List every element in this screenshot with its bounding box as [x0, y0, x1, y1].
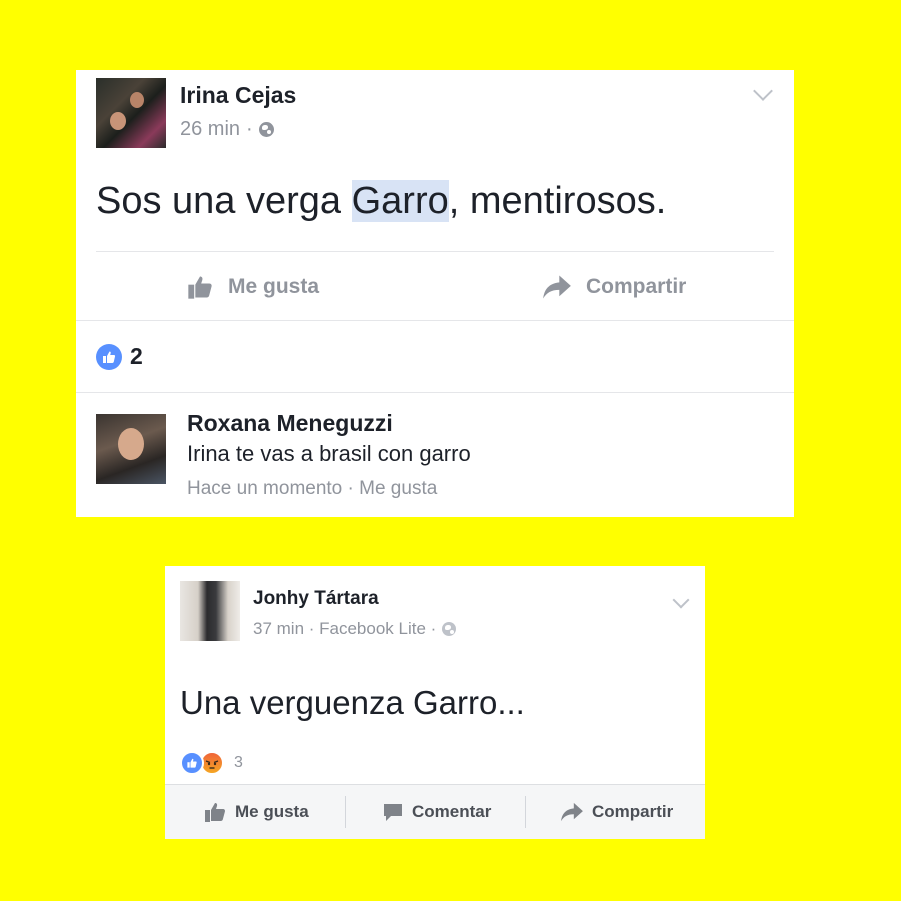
like-button[interactable]: Me gusta: [186, 270, 319, 304]
share-label: Compartir: [592, 802, 674, 821]
post-card-jonhy: Jonhy Tártara 37 min · Facebook Lite · U…: [165, 566, 705, 839]
post-meta-text[interactable]: 37 min · Facebook Lite ·: [253, 619, 436, 639]
comment-avatar[interactable]: [96, 414, 166, 484]
share-label: Compartir: [586, 275, 687, 298]
avatar[interactable]: [180, 581, 240, 641]
action-bar: Me gusta Comentar Compartir: [165, 784, 705, 839]
like-button[interactable]: Me gusta: [203, 785, 309, 839]
like-label: Me gusta: [228, 275, 320, 298]
globe-icon: [442, 622, 457, 636]
like-reaction-icon: [96, 343, 122, 370]
share-arrow-icon: [543, 275, 571, 299]
thumbs-up-icon: [188, 276, 212, 299]
share-button[interactable]: Compartir: [560, 785, 673, 839]
like-label: Me gusta: [235, 802, 309, 821]
comment-text: Irina te vas a brasil con garro: [187, 441, 471, 466]
reaction-count: 3: [234, 754, 243, 771]
post-time[interactable]: 26 min: [180, 118, 240, 141]
post-text: Sos una verga Garro, mentirosos.: [96, 180, 666, 223]
reaction-summary[interactable]: 2: [96, 343, 143, 370]
post-card-irina: Irina Cejas 26 min · Sos una verga Garro…: [76, 70, 794, 517]
post-author[interactable]: Irina Cejas: [180, 82, 296, 109]
divider: [76, 320, 794, 321]
post-meta: 26 min ·: [180, 118, 274, 141]
comment-author[interactable]: Roxana Meneguzzi: [187, 410, 393, 437]
divider: [76, 392, 794, 393]
comment-meta[interactable]: Hace un momento · Me gusta: [187, 478, 437, 500]
post-text-part: , mentirosos.: [448, 180, 667, 222]
reaction-summary[interactable]: 3: [180, 751, 243, 775]
reaction-count: 2: [130, 343, 143, 369]
comment-bubble-icon: [384, 804, 402, 821]
share-button[interactable]: Compartir: [542, 270, 686, 304]
comment-label: Comentar: [412, 802, 492, 821]
globe-icon: [258, 122, 274, 137]
post-text-highlight: Garro: [351, 180, 449, 222]
like-reaction-icon: [180, 751, 204, 775]
divider: [96, 251, 774, 252]
share-arrow-icon: [561, 802, 583, 822]
post-text-part: Sos una verga: [96, 180, 352, 222]
chevron-down-icon[interactable]: [753, 81, 773, 101]
chevron-down-icon[interactable]: [672, 591, 690, 609]
thumbs-up-icon: [205, 803, 226, 822]
post-text: Una verguenza Garro...: [180, 684, 525, 721]
divider: [525, 796, 526, 828]
post-author[interactable]: Jonhy Tártara: [253, 588, 379, 610]
comment-button[interactable]: Comentar: [382, 785, 491, 839]
meta-separator: ·: [246, 118, 253, 140]
divider: [345, 796, 346, 828]
avatar[interactable]: [96, 78, 166, 148]
post-meta: 37 min · Facebook Lite ·: [253, 619, 457, 639]
